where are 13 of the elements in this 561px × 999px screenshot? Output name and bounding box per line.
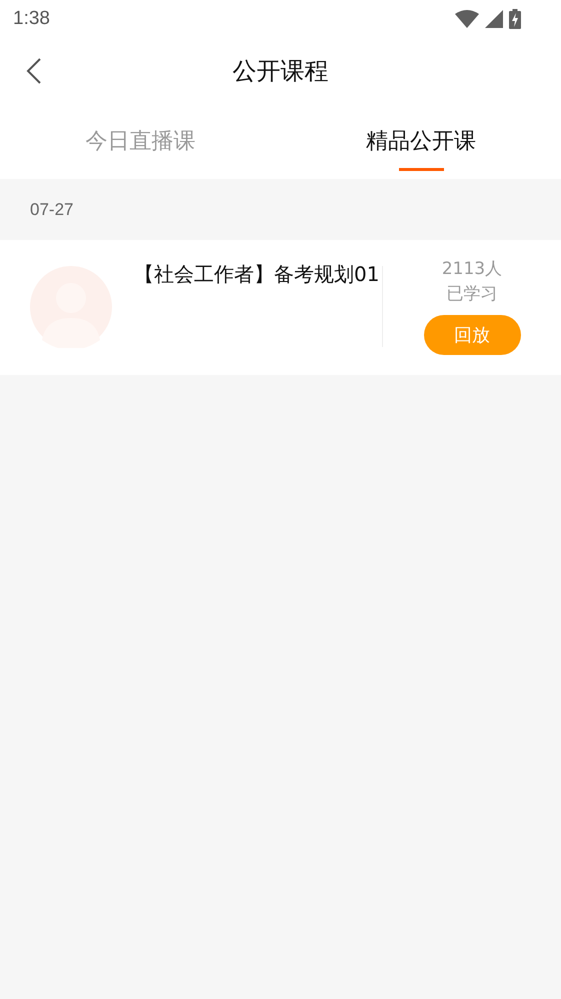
battery-icon (509, 9, 521, 29)
course-title: 【社会工作者】备考规划01 (134, 261, 380, 288)
signal-icon (485, 10, 503, 28)
learner-label: 已学习 (446, 283, 498, 306)
tab[interactable]: 今日直播课 (0, 104, 280, 179)
status-time: 1:38 (13, 8, 50, 30)
replay-button[interactable]: 回放 (424, 315, 520, 355)
learner-count: 2113人 (442, 258, 502, 281)
page-title: 公开课程 (232, 56, 328, 87)
date-label: 07-27 (30, 200, 74, 220)
back-button[interactable] (26, 58, 42, 84)
tab[interactable]: 精品公开课 (280, 104, 561, 179)
wifi-icon (455, 10, 479, 28)
